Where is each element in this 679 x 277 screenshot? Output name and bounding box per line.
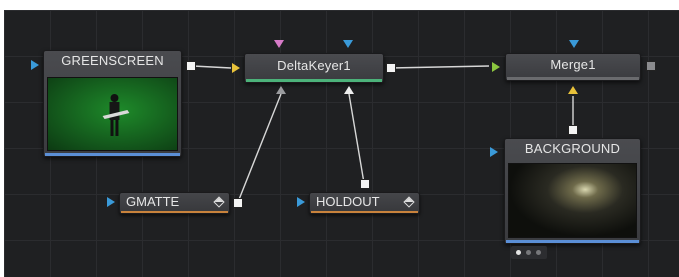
background-node-label: BACKGROUND — [524, 141, 621, 156]
wire-gmatte-to-keyer[interactable] — [237, 93, 282, 203]
wire-greenscreen-to-keyer[interactable] — [192, 65, 232, 69]
background-node-underline — [506, 240, 639, 243]
deltakeyer-node[interactable]: DeltaKeyer1 — [244, 53, 384, 83]
merge-output-port-icon[interactable] — [646, 61, 656, 71]
background-node[interactable]: BACKGROUND — [504, 138, 641, 244]
gmatte-node-label: GMATTE — [126, 194, 180, 209]
keyer-input-yellow-icon[interactable] — [232, 63, 240, 73]
holdout-node-underline — [311, 211, 418, 213]
page-dot-active[interactable] — [516, 250, 521, 255]
holdout-input-icon[interactable] — [297, 197, 305, 207]
page-dot[interactable] — [526, 250, 531, 255]
background-thumbnail — [508, 163, 637, 238]
keyer-input-white-icon[interactable] — [344, 86, 354, 94]
greenscreen-node-label: GREENSCREEN — [61, 53, 164, 68]
background-input-icon[interactable] — [490, 147, 498, 157]
greenscreen-output-port-icon[interactable] — [186, 61, 196, 71]
holdout-node-label: HOLDOUT — [316, 194, 380, 209]
gmatte-node[interactable]: GMATTE — [119, 192, 230, 214]
guitarist-silhouette-icon — [102, 94, 130, 136]
greenscreen-thumbnail — [47, 77, 178, 151]
keyer-input-gray-icon[interactable] — [276, 86, 286, 94]
merge-input-blue-icon[interactable] — [569, 40, 579, 48]
keyer-input-blue-icon[interactable] — [343, 40, 353, 48]
gmatte-input-icon[interactable] — [107, 197, 115, 207]
background-output-port-icon[interactable] — [568, 125, 578, 135]
deltakeyer-output-port-icon[interactable] — [386, 63, 396, 73]
greenscreen-node[interactable]: GREENSCREEN — [43, 50, 182, 157]
holdout-node[interactable]: HOLDOUT — [309, 192, 420, 214]
diamond-toggle-icon[interactable] — [403, 196, 415, 208]
greenscreen-input-icon[interactable] — [31, 60, 39, 70]
diamond-toggle-icon[interactable] — [213, 196, 225, 208]
merge-input-yellow-icon[interactable] — [568, 86, 578, 94]
merge-node-label: Merge1 — [550, 57, 596, 72]
deltakeyer-node-underline — [246, 79, 382, 82]
flow-editor-canvas[interactable]: GREENSCREEN DeltaKeyer1 Merge1 BACKGROUN… — [4, 10, 679, 277]
wire-holdout-to-keyer[interactable] — [348, 93, 365, 184]
merge-node[interactable]: Merge1 — [505, 53, 641, 81]
page-dots-icon[interactable] — [511, 246, 547, 259]
gmatte-output-port-icon[interactable] — [233, 198, 243, 208]
gmatte-node-underline — [121, 211, 228, 213]
deltakeyer-node-label: DeltaKeyer1 — [277, 58, 351, 73]
merge-input-green-icon[interactable] — [492, 62, 500, 72]
wire-keyer-to-merge[interactable] — [389, 65, 490, 69]
page-dot[interactable] — [536, 250, 541, 255]
keyer-input-pink-icon[interactable] — [274, 40, 284, 48]
greenscreen-node-underline — [45, 153, 180, 156]
holdout-output-port-icon[interactable] — [360, 179, 370, 189]
merge-node-underline — [507, 77, 639, 80]
